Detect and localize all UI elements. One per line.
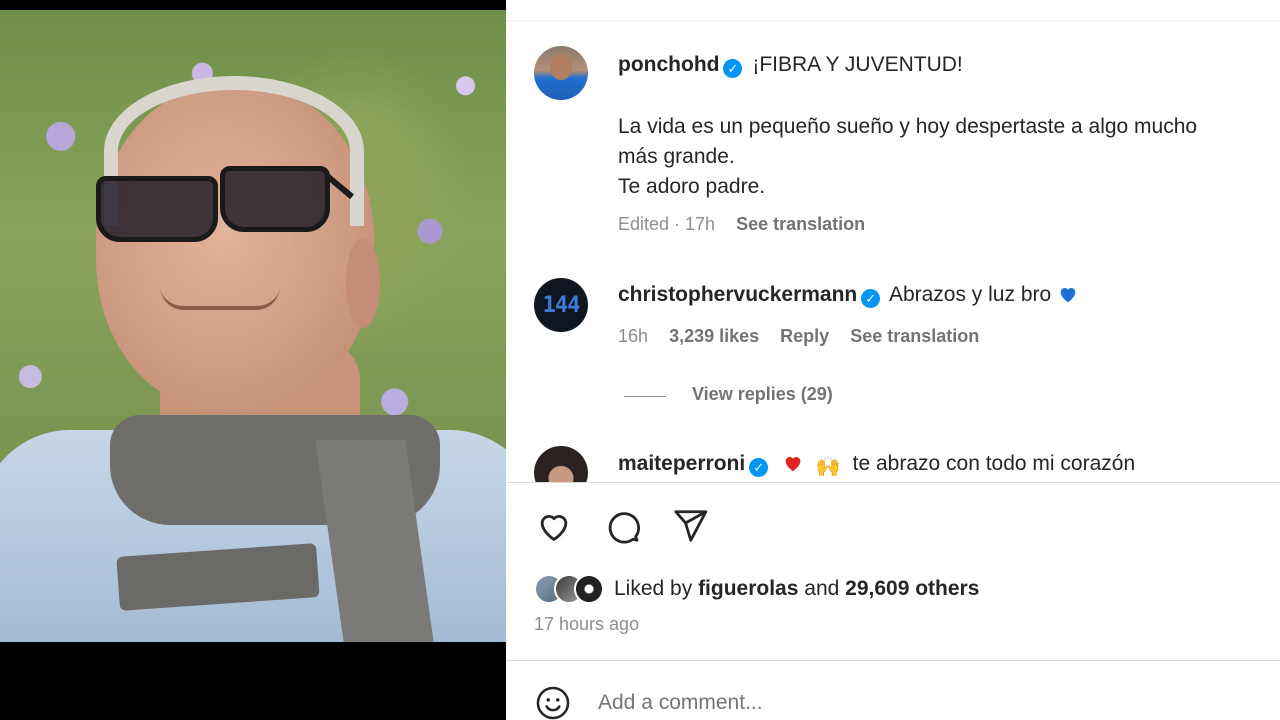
caption-meta: Edited · 17h See translation <box>618 214 865 235</box>
smiley-icon <box>536 686 570 720</box>
comment-avatar[interactable] <box>534 446 588 482</box>
liker-avatar[interactable] <box>574 574 604 604</box>
caption-line-2: La vida es un pequeño sueño y hoy desper… <box>618 115 1198 138</box>
add-comment-bar <box>534 684 1198 720</box>
add-comment-input[interactable] <box>598 691 1198 715</box>
comment-likes-count[interactable]: 3,239 likes <box>669 326 759 346</box>
comment-text: Abrazos y luz bro <box>888 283 1052 306</box>
paper-plane-icon <box>674 510 708 542</box>
top-divider <box>506 20 1280 21</box>
likes-user-link[interactable]: figuerolas <box>698 577 798 600</box>
author-avatar[interactable] <box>534 46 588 100</box>
comment-avatar[interactable]: 144 <box>534 278 588 332</box>
comment-row: maiteperroni ✓ 🙌 te abrazo con todo mi co… <box>618 451 1135 480</box>
view-replies-button[interactable]: View replies (29) <box>692 384 833 405</box>
blue-heart-emoji-icon <box>1060 288 1076 303</box>
red-heart-emoji-icon <box>785 457 801 472</box>
comment-clip: maiteperroni ✓ 🙌 te abrazo con todo mi co… <box>506 440 1280 482</box>
likes-others-link[interactable]: 29,609 others <box>845 577 979 600</box>
post-photo[interactable] <box>0 10 506 642</box>
caption-see-translation-link[interactable]: See translation <box>736 214 865 234</box>
speech-bubble-icon <box>608 512 641 544</box>
post-photo-panel <box>0 0 506 720</box>
actions-divider <box>506 482 1280 483</box>
post-time-ago[interactable]: 17 hours ago <box>534 614 639 635</box>
comment-button[interactable] <box>602 506 642 546</box>
photo-sunglasses-right <box>220 166 330 232</box>
verified-badge-icon: ✓ <box>861 289 881 308</box>
comment-text: te abrazo con todo mi corazón <box>852 452 1136 475</box>
comment-row: christophervuckermann ✓ Abrazos y luz bro <box>618 282 1079 308</box>
action-bar <box>534 506 710 546</box>
caption-title: ¡FIBRA Y JUVENTUD! <box>752 53 963 76</box>
caption-line-3: más grande. <box>618 145 735 168</box>
emoji-picker-button[interactable] <box>534 684 572 720</box>
comment-meta: 16h 3,239 likes Reply See translation <box>618 326 979 347</box>
likes-summary: Liked by figuerolas and 29,609 others <box>534 574 979 604</box>
comment-username[interactable]: maiteperroni <box>618 452 745 475</box>
caption-line-4: Te adoro padre. <box>618 175 766 198</box>
likes-text: Liked by figuerolas and 29,609 others <box>614 577 979 601</box>
caption-edited-time: Edited · 17h <box>618 214 716 234</box>
comment-username[interactable]: christophervuckermann <box>618 283 857 306</box>
comment-box-divider <box>506 660 1280 661</box>
verified-badge-icon: ✓ <box>723 59 743 78</box>
post-details-panel: ponchohd ✓ ¡FIBRA Y JUVENTUD! La vida es … <box>506 0 1280 720</box>
verified-badge-icon: ✓ <box>749 458 769 477</box>
like-button[interactable] <box>534 506 574 546</box>
share-button[interactable] <box>670 506 710 546</box>
view-replies-line <box>624 396 666 397</box>
comment-time: 16h <box>618 326 649 346</box>
author-username[interactable]: ponchohd <box>618 53 719 76</box>
photo-ear <box>346 238 380 328</box>
likes-prefix: Liked by <box>614 577 693 600</box>
raising-hands-emoji-icon: 🙌 <box>815 456 841 478</box>
comment-see-translation-link[interactable]: See translation <box>850 326 979 346</box>
heart-outline-icon <box>540 515 568 541</box>
photo-sunglasses-left <box>96 176 218 242</box>
likes-and: and <box>804 577 840 600</box>
photo-smile <box>160 286 280 310</box>
caption-header: ponchohd ✓ ¡FIBRA Y JUVENTUD! <box>618 52 963 78</box>
comment-avatar-text: 144 <box>542 292 581 318</box>
comment-reply-button[interactable]: Reply <box>780 326 829 346</box>
